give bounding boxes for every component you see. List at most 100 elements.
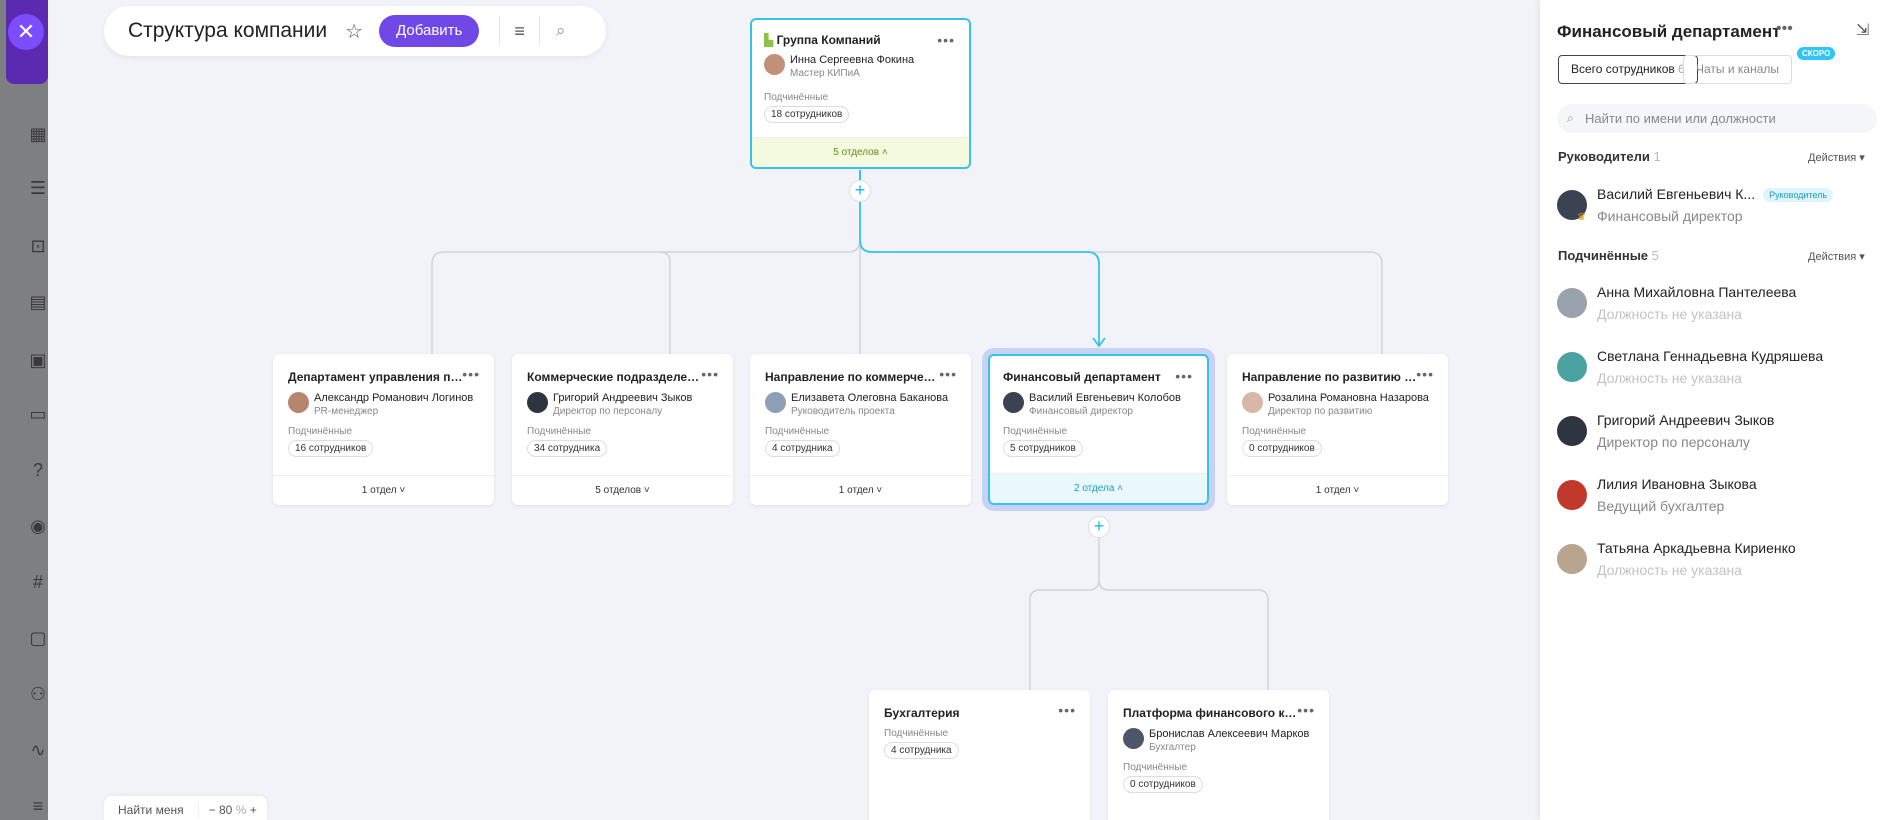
managers-actions-dropdown[interactable]: Действия ▾ [1808, 151, 1865, 164]
add-button[interactable]: Добавить [379, 15, 480, 47]
add-child-plus-icon[interactable]: + [849, 180, 871, 202]
root-card[interactable]: ▙ Группа Компаний ••• Инна Сергеевна Фок… [750, 18, 971, 169]
add-child-plus-icon[interactable]: + [1088, 516, 1110, 538]
employee-list-item[interactable]: Григорий Андреевич Зыков Директор по перс… [1557, 412, 1774, 450]
card-title: ▙ Группа Компаний [764, 33, 881, 47]
crown-icon: ♛ [1577, 212, 1586, 224]
page-title: Структура компании [128, 19, 328, 42]
employee-count-pill[interactable]: 4 сотрудника [765, 440, 840, 457]
card-menu-icon[interactable]: ••• [1175, 368, 1193, 384]
list-icon[interactable]: ≡ [28, 796, 48, 816]
star-icon[interactable]: ☆ [345, 19, 363, 44]
avatar [1003, 392, 1024, 413]
card-menu-icon[interactable]: ••• [1058, 702, 1076, 718]
subordinates-actions-dropdown[interactable]: Действия ▾ [1808, 250, 1865, 263]
find-me-button[interactable]: Найти меня [104, 803, 199, 817]
employee-count-pill[interactable]: 34 сотрудника [527, 440, 608, 457]
zoom-out-button[interactable]: − [209, 803, 216, 817]
card-footer-toggle[interactable]: 1 отдел ˅ [273, 475, 494, 505]
users-icon[interactable]: ⚇ [28, 684, 48, 704]
avatar [1557, 288, 1587, 318]
employee-list-item[interactable]: Лилия Ивановна Зыкова Ведущий бухгалтер [1557, 476, 1757, 514]
employee-count-pill[interactable]: 0 сотрудников [1123, 776, 1203, 793]
card-menu-icon[interactable]: ••• [937, 32, 955, 48]
subordinates-label: Подчинённые [884, 728, 949, 739]
card-title: Финансовый департамент [1003, 370, 1161, 384]
department-card[interactable]: Бухгалтерия ••• Подчинённые 4 сотрудника [869, 690, 1090, 820]
avatar [764, 54, 785, 75]
card-person[interactable]: Елизавета Олеговна Баканова Руководитель … [765, 392, 948, 417]
avatar [1557, 544, 1587, 574]
card-footer-toggle[interactable]: 5 отделов ˄ [752, 137, 969, 167]
employee-list-item[interactable]: Татьяна Аркадьевна Кириенко Должность не … [1557, 540, 1796, 578]
employee-list-item[interactable]: Анна Михайловна Пантелеева Должность не у… [1557, 284, 1796, 322]
calendar-icon[interactable]: ▢ [28, 628, 48, 648]
collapse-panel-icon[interactable]: ⇲ [1856, 20, 1869, 40]
employee-search-input[interactable]: ⌕ Найти по имени или должности [1557, 104, 1877, 133]
card-footer-toggle[interactable]: 5 отделов ˅ [512, 475, 733, 505]
department-card[interactable]: Направление по коммерческ... ••• Елизаве… [750, 354, 971, 505]
close-icon[interactable]: ✕ [8, 14, 44, 50]
card-footer-toggle[interactable]: 1 отдел ˅ [1227, 475, 1448, 505]
document-icon[interactable]: ▤ [28, 292, 48, 312]
employee-count-pill[interactable]: 4 сотрудника [884, 742, 959, 759]
card-person[interactable]: Инна Сергеевна Фокина Мастер КИПиА [764, 54, 914, 79]
subordinates-label: Подчинённые [1242, 426, 1307, 437]
chart-icon[interactable]: ∿ [28, 740, 48, 760]
image-icon[interactable]: ▣ [28, 350, 48, 370]
department-card[interactable]: Коммерческие подразделения ••• Григорий … [512, 354, 733, 505]
card-title: Платформа финансового конт... [1123, 706, 1298, 720]
zoom-in-button[interactable]: + [250, 803, 257, 817]
department-card[interactable]: Департамент управления перс... ••• Алекс… [273, 354, 494, 505]
subordinates-section-title: Подчинённые 5 [1558, 248, 1659, 263]
card-person[interactable]: Василий Евгеньевич Колобов Финансовый дир… [1003, 392, 1181, 417]
card-footer-toggle[interactable]: 2 отдела ˄ [990, 473, 1207, 503]
avatar [765, 392, 786, 413]
manager-list-item[interactable]: ♛ Василий Евгеньевич К... Руководитель Фин… [1557, 186, 1834, 224]
card-menu-icon[interactable]: ••• [1297, 702, 1315, 718]
left-sidebar: ▦ ☰ ⊡ ▤ ▣ ▭ ? ◉ # ▢ ⚇ ∿ ≡ [0, 0, 48, 820]
card-person[interactable]: Розалина Романовна Назарова Директор по р… [1242, 392, 1429, 417]
employee-count-pill[interactable]: 18 сотрудников [764, 106, 850, 123]
soon-badge: СКОРО [1797, 47, 1836, 60]
card-person[interactable]: Александр Романович Логинов PR-менеджер [288, 392, 473, 417]
bottom-controls: Найти меня − 80 % + [104, 796, 267, 820]
employee-count-pill[interactable]: 16 сотрудников [288, 440, 374, 457]
card-title: Бухгалтерия [884, 706, 960, 720]
card-person[interactable]: Бронислав Алексеевич Марков Бухгалтер [1123, 728, 1309, 753]
card-footer-toggle[interactable]: 1 отдел ˅ [750, 475, 971, 505]
org-chart-canvas[interactable]: Структура компании ☆ Добавить ≡ ⌕ ▙ Груп… [48, 0, 1540, 820]
card-menu-icon[interactable]: ••• [462, 366, 480, 382]
panel-menu-icon[interactable]: ••• [1776, 20, 1793, 38]
department-card[interactable]: Направление по развитию би... ••• Розали… [1227, 354, 1448, 505]
employee-count-pill[interactable]: 5 сотрудников [1003, 440, 1083, 457]
card-menu-icon[interactable]: ••• [939, 366, 957, 382]
subordinates-label: Подчинённые [527, 426, 592, 437]
card-title: Коммерческие подразделения [527, 370, 702, 384]
zoom-control: − 80 % + [208, 803, 257, 817]
department-details-panel: Финансовый департамент ••• ⇲ Всего сотру… [1540, 0, 1881, 820]
tab-all-employees[interactable]: Всего сотрудников 6 [1558, 55, 1698, 84]
subordinates-label: Подчинённые [1003, 426, 1068, 437]
search-icon[interactable]: ⌕ [556, 21, 566, 41]
monitor-icon[interactable]: ▭ [28, 404, 48, 424]
avatar [1557, 352, 1587, 382]
top-toolbar: Структура компании ☆ Добавить ≡ ⌕ [104, 6, 606, 56]
help-icon[interactable]: ? [28, 460, 48, 480]
subordinates-label: Подчинённые [764, 92, 829, 103]
employee-list-item[interactable]: Светлана Геннадьевна Кудряшева Должность … [1557, 348, 1823, 386]
tasks-icon[interactable]: ☰ [28, 178, 48, 198]
avatar [288, 392, 309, 413]
card-person[interactable]: Григорий Андреевич Зыков Директор по перс… [527, 392, 692, 417]
cart-icon[interactable]: ⊡ [28, 236, 48, 256]
location-icon[interactable]: ◉ [28, 516, 48, 536]
card-menu-icon[interactable]: ••• [701, 366, 719, 382]
department-card[interactable]: Платформа финансового конт... ••• Бронис… [1108, 690, 1329, 820]
employee-count-pill[interactable]: 0 сотрудников [1242, 440, 1322, 457]
numbers-icon[interactable]: # [28, 572, 48, 592]
department-card-selected[interactable]: Финансовый департамент ••• Василий Евген… [988, 354, 1209, 505]
menu-icon[interactable]: ≡ [499, 16, 540, 46]
card-menu-icon[interactable]: ••• [1416, 366, 1434, 382]
grid-icon[interactable]: ▦ [28, 124, 48, 144]
tab-chats-channels[interactable]: Чаты и каналы [1683, 55, 1793, 84]
